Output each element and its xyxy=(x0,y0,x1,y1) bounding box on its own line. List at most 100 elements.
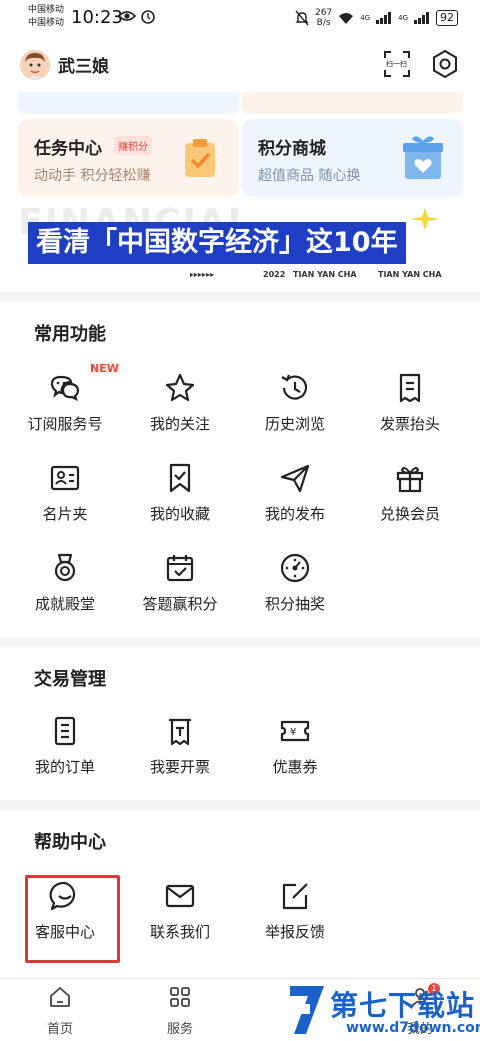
tab-label: 首页 xyxy=(46,1022,73,1037)
clock: 10:23 xyxy=(71,7,123,28)
grid-label: 我要开票 xyxy=(149,758,210,776)
edit-icon xyxy=(282,883,308,910)
grid-item-my-posts[interactable]: 我的发布 xyxy=(235,462,355,542)
banner-brand-1: TIAN YAN CHA xyxy=(293,270,357,279)
mute-icon xyxy=(295,10,309,26)
grid-item-subscribe[interactable]: NEW 订阅服务号 xyxy=(5,362,125,452)
carrier-1: 中国移动 xyxy=(28,5,65,15)
settings-button[interactable] xyxy=(430,49,460,79)
grid-label: 历史浏览 xyxy=(264,415,325,433)
watermark-url: www.d7down.com xyxy=(346,1020,480,1036)
grid-item-my-orders[interactable]: 我的订单 xyxy=(5,715,125,795)
alarm-icon xyxy=(141,10,155,24)
trade-title: 交易管理 xyxy=(34,669,106,690)
star-icon xyxy=(165,373,195,402)
svg-text:¥: ¥ xyxy=(290,727,296,738)
grid-item-coupons[interactable]: ¥ 优惠券 xyxy=(235,715,355,795)
grid-item-redeem-vip[interactable]: 兑换会员 xyxy=(350,462,470,542)
grid-label: 举报反馈 xyxy=(264,923,325,941)
mail-icon xyxy=(165,884,195,908)
grid-item-invoice-title[interactable]: 发票抬头 xyxy=(350,372,470,452)
send-icon xyxy=(280,464,310,493)
lottery-icon xyxy=(280,553,310,583)
avatar-face-icon xyxy=(20,50,50,80)
points-mall-subtitle: 超值商品 随心换 xyxy=(258,168,361,184)
task-center-card[interactable]: 任务中心 赚积分 动动手 积分轻松赚 xyxy=(18,119,239,197)
receipt-icon xyxy=(169,718,191,746)
grid-item-contact-us[interactable]: 联系我们 xyxy=(120,880,240,960)
grid-label: 积分抽奖 xyxy=(264,595,325,613)
site-watermark: 第七下载站 www.d7down.com xyxy=(286,980,480,1040)
status-bar: 中国移动 中国移动 10:23 267 B/s 4G 4G 92 xyxy=(0,0,480,36)
grid-label: 订阅服务号 xyxy=(27,415,103,433)
username[interactable]: 武三娘 xyxy=(58,52,109,77)
grid-item-follows[interactable]: 我的关注 xyxy=(120,372,240,452)
order-icon xyxy=(54,716,76,746)
tab-label: 服务 xyxy=(166,1022,193,1037)
avatar[interactable] xyxy=(20,50,50,80)
grid-label: 优惠券 xyxy=(272,758,318,776)
network-type-1: 4G xyxy=(360,14,371,22)
grid-item-favorites[interactable]: 我的收藏 xyxy=(120,462,240,542)
highlight-box xyxy=(25,875,120,963)
grid-item-achievements[interactable]: 成就殿堂 xyxy=(5,552,125,632)
common-functions-section: 常用功能 NEW 订阅服务号 我的关注 历史浏览 发票抬头 名片夹 我的收藏 我… xyxy=(0,302,480,637)
gift-icon xyxy=(396,467,424,493)
task-center-title: 任务中心 xyxy=(34,139,102,159)
speed-unit: B/s xyxy=(316,18,331,28)
grid-item-issue-invoice[interactable]: 我要开票 xyxy=(120,715,240,795)
watermark-title: 第七下载站 xyxy=(330,989,476,1022)
scan-label: 扫一扫 xyxy=(386,60,407,68)
medal-icon xyxy=(54,553,76,582)
network-speed: 267 B/s xyxy=(315,8,332,28)
new-badge: NEW xyxy=(87,362,122,375)
invoice-icon xyxy=(399,373,421,403)
peek-card-left xyxy=(18,92,239,114)
scan-button[interactable]: 扫一扫 xyxy=(382,49,412,79)
points-mall-card[interactable]: 积分商城 超值商品 随心换 xyxy=(242,119,463,197)
grid-label: 我的收藏 xyxy=(149,505,210,523)
history-icon xyxy=(281,374,308,400)
grid-label: 我的发布 xyxy=(264,505,325,523)
eye-icon xyxy=(118,11,136,21)
help-title: 帮助中心 xyxy=(34,832,106,853)
grid-label: 兑换会员 xyxy=(379,505,440,523)
grid-item-lottery[interactable]: 积分抽奖 xyxy=(235,552,355,632)
banner-arrows: ▸▸▸▸▸▸ xyxy=(190,270,215,279)
grid-item-quiz[interactable]: 答题赢积分 xyxy=(120,552,240,632)
speed-value: 267 xyxy=(315,8,333,18)
gear-icon xyxy=(433,49,457,79)
watermark-logo-icon xyxy=(290,986,324,1034)
grid-icon xyxy=(170,987,190,1007)
grid-item-report-feedback[interactable]: 举报反馈 xyxy=(235,880,355,960)
banner-title: 看清「中国数字经济」这10年 xyxy=(28,222,406,264)
scroll-content[interactable]: 任务中心 赚积分 动动手 积分轻松赚 积分商城 超值商品 随心换 FINANCI… xyxy=(0,92,480,978)
earn-points-badge: 赚积分 xyxy=(114,136,152,155)
signal-icon xyxy=(414,12,429,24)
grid-label: 名片夹 xyxy=(42,505,88,523)
peek-card-right xyxy=(242,92,463,114)
wifi-icon xyxy=(339,12,354,24)
grid-label: 联系我们 xyxy=(149,923,210,941)
grid-label: 我的订单 xyxy=(34,758,95,776)
signal-icon xyxy=(376,12,392,24)
clipboard-check-icon xyxy=(185,139,215,177)
grid-label: 成就殿堂 xyxy=(34,595,95,613)
gift-box-icon xyxy=(403,136,443,179)
banner-brand-2: TIAN YAN CHA xyxy=(378,270,442,279)
profile-header: 武三娘 扫一扫 xyxy=(0,36,480,92)
sparkle-icon xyxy=(410,208,440,230)
grid-item-card-holder[interactable]: 名片夹 xyxy=(5,462,125,542)
grid-label: 答题赢积分 xyxy=(142,595,218,613)
coupon-icon: ¥ xyxy=(280,720,310,742)
grid-item-history[interactable]: 历史浏览 xyxy=(235,372,355,452)
carrier-2: 中国移动 xyxy=(28,18,65,28)
promo-banner[interactable]: FINANCIAL 看清「中国数字经济」这10年 ▸▸▸▸▸▸ 2022 TIA… xyxy=(18,202,462,287)
common-functions-title: 常用功能 xyxy=(34,324,106,345)
points-mall-title: 积分商城 xyxy=(258,139,326,159)
trade-section: 交易管理 我的订单 我要开票 ¥ 优惠券 xyxy=(0,647,480,800)
grid-label: 发票抬头 xyxy=(379,415,440,433)
bookmark-icon xyxy=(169,463,191,493)
top-cards-area: 任务中心 赚积分 动动手 积分轻松赚 积分商城 超值商品 随心换 FINANCI… xyxy=(0,92,480,292)
task-center-subtitle: 动动手 积分轻松赚 xyxy=(34,168,151,184)
